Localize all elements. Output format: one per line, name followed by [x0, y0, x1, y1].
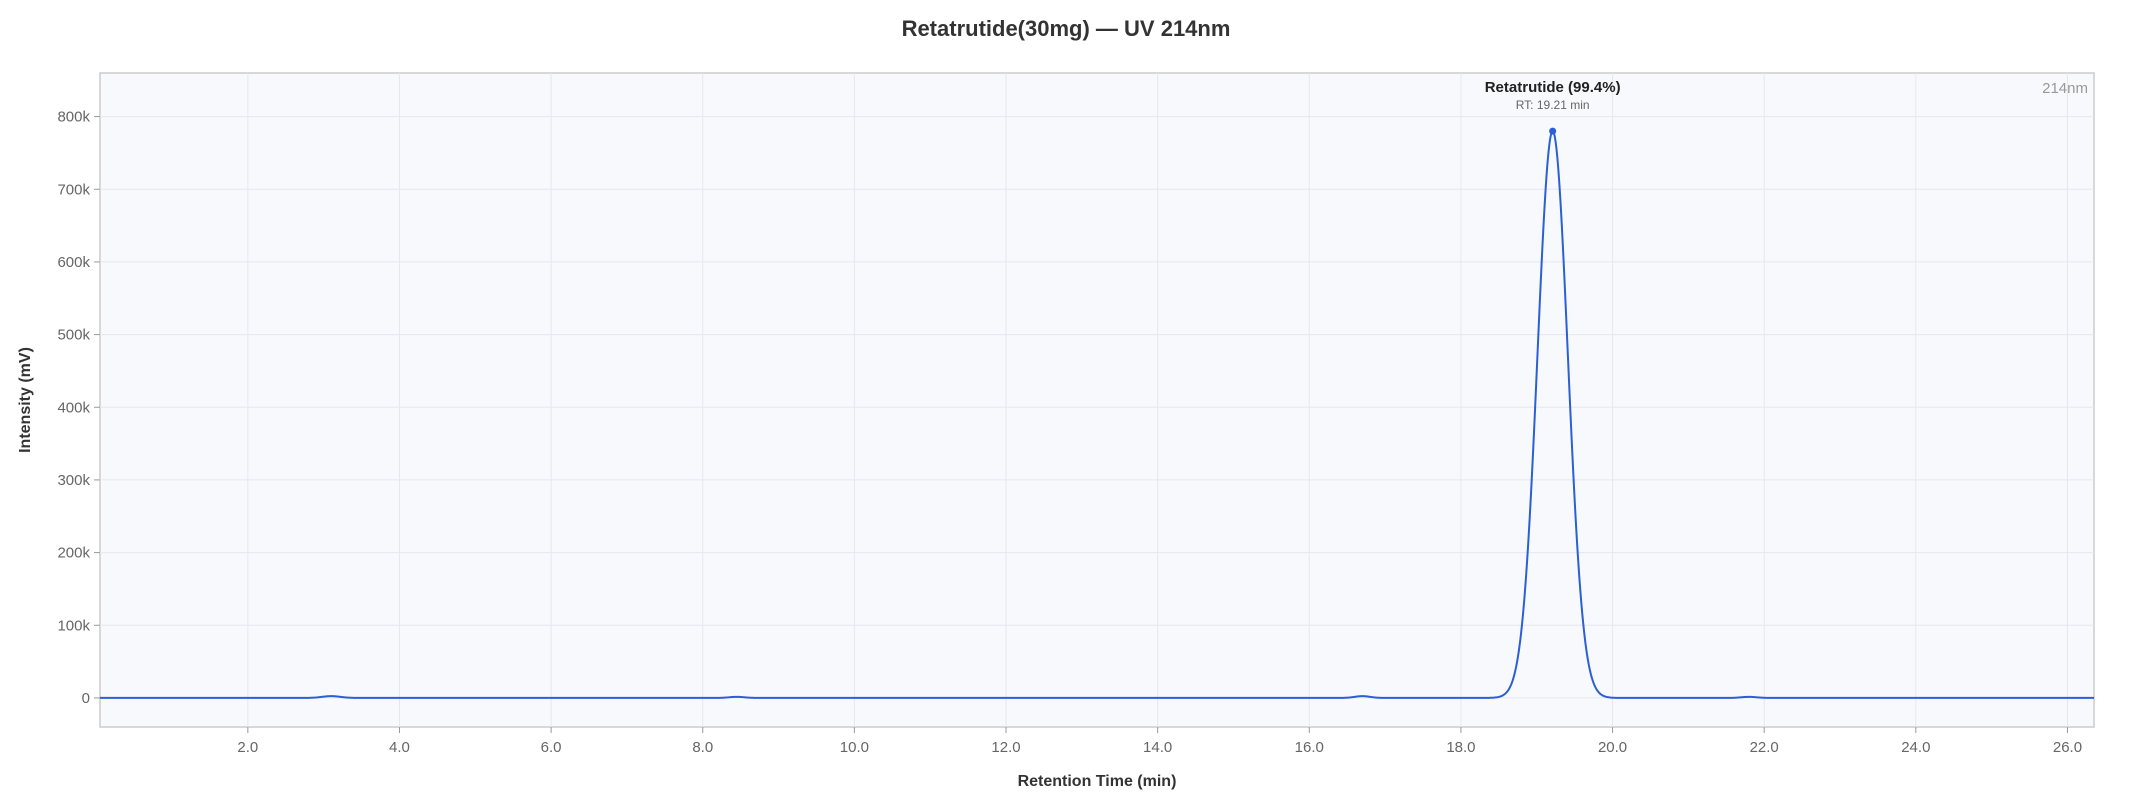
peak-apex-marker — [1549, 127, 1557, 135]
x-tick-label: 18.0 — [1446, 739, 1475, 756]
x-tick-label: 22.0 — [1750, 739, 1779, 756]
y-tick-label: 100k — [57, 617, 90, 634]
y-axis-title: Intensity (mV) — [17, 347, 34, 453]
x-tick-label: 4.0 — [389, 739, 410, 756]
wavelength-label: 214nm — [2042, 80, 2088, 97]
x-tick-label: 14.0 — [1143, 739, 1172, 756]
y-tick-label: 800k — [57, 109, 90, 126]
chart-title: Retatrutide(30mg) — UV 214nm — [902, 16, 1231, 41]
y-tick-label: 700k — [57, 181, 90, 198]
x-tick-label: 12.0 — [991, 739, 1020, 756]
x-tick-label: 26.0 — [2053, 739, 2082, 756]
y-tick-label: 500k — [57, 327, 90, 344]
y-tick-label: 0 — [82, 690, 90, 707]
x-axis-title: Retention Time (min) — [1018, 773, 1177, 790]
x-tick-label: 8.0 — [692, 739, 713, 756]
y-tick-label: 600k — [57, 254, 90, 271]
chromatogram-chart: Retatrutide(30mg) — UV 214nm 2.0 4.0 6.0 8.… — [0, 0, 2133, 800]
y-tick-label: 200k — [57, 545, 90, 562]
y-tick-label: 400k — [57, 399, 90, 416]
chart-canvas: Retatrutide(30mg) — UV 214nm 2.0 4.0 6.0 8.… — [17, 16, 2095, 790]
peak-label: Retatrutide (99.4%) — [1485, 79, 1621, 96]
x-tick-label: 16.0 — [1295, 739, 1324, 756]
x-tick-label: 24.0 — [1901, 739, 1930, 756]
x-tick-label: 6.0 — [541, 739, 562, 756]
y-tick-label: 300k — [57, 472, 90, 489]
peak-rt-label: RT: 19.21 min — [1516, 98, 1590, 112]
x-tick-label: 2.0 — [237, 739, 258, 756]
x-tick-label: 20.0 — [1598, 739, 1627, 756]
x-tick-label: 10.0 — [840, 739, 869, 756]
